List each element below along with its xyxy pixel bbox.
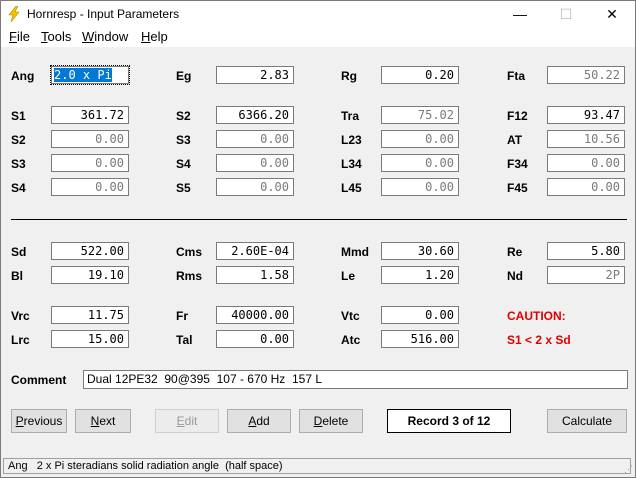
rg-field[interactable]: 0.20	[381, 66, 459, 84]
comment-field[interactable]: Dual 12PE32 90@395 107 - 670 Hz 157 L	[83, 370, 628, 389]
label-f45: F45	[507, 181, 528, 195]
label-fr: Fr	[176, 309, 188, 323]
eg-field[interactable]: 2.83	[216, 66, 294, 84]
lrc-field[interactable]: 15.00	[51, 330, 129, 348]
label-mmd: Mmd	[341, 245, 369, 259]
l34-field[interactable]: 0.00	[381, 154, 459, 172]
cms-field[interactable]: 2.60E-04	[216, 242, 294, 260]
label-atc: Atc	[341, 333, 361, 347]
l45-field[interactable]: 0.00	[381, 178, 459, 196]
calculate-button[interactable]: Calculate	[547, 409, 627, 433]
label-fta: Fta	[507, 69, 525, 83]
vtc-field[interactable]: 0.00	[381, 306, 459, 324]
label-s3: S3	[176, 133, 191, 147]
label-f12: F12	[507, 109, 528, 123]
f45-field[interactable]: 0.00	[547, 178, 625, 196]
label-s4-seg4: S4	[11, 181, 26, 195]
f12-field[interactable]: 93.47	[547, 106, 625, 124]
edit-button: Edit	[155, 409, 219, 433]
l23-field[interactable]: 0.00	[381, 130, 459, 148]
menu-help[interactable]: Help	[141, 29, 168, 44]
maximize-button[interactable]: ☐	[543, 1, 589, 27]
ang-field[interactable]: 2.0 x Pi	[50, 65, 130, 85]
label-ang: Ang	[11, 69, 35, 83]
s4-seg4-field[interactable]: 0.00	[51, 178, 129, 196]
menu-window[interactable]: Window	[82, 29, 128, 44]
label-rms: Rms	[176, 269, 203, 283]
input-parameters-panel: Ang 2.0 x Pi Eg 2.83 Rg 0.20 Fta 50.22 S…	[1, 47, 635, 457]
s1-field[interactable]: 361.72	[51, 106, 129, 124]
status-text: Ang 2 x Pi steradians solid radiation an…	[3, 458, 631, 474]
window-title: Hornresp - Input Parameters	[27, 7, 180, 21]
label-s2-seg2: S2	[11, 133, 26, 147]
label-s3-seg3: S3	[11, 157, 26, 171]
label-cms: Cms	[176, 245, 203, 259]
label-s1: S1	[11, 109, 26, 123]
tra-field: 75.02	[381, 106, 459, 124]
label-vtc: Vtc	[341, 309, 360, 323]
label-at: AT	[507, 133, 523, 147]
label-l34: L34	[341, 157, 362, 171]
caution-message: S1 < 2 x Sd	[507, 333, 571, 347]
label-l45: L45	[341, 181, 362, 195]
label-tra: Tra	[341, 109, 360, 123]
menu-tools[interactable]: Tools	[41, 29, 71, 44]
f34-field[interactable]: 0.00	[547, 154, 625, 172]
s3-seg3-field[interactable]: 0.00	[51, 154, 129, 172]
minimize-button[interactable]: —	[497, 1, 543, 27]
s2-field[interactable]: 6366.20	[216, 106, 294, 124]
bl-field[interactable]: 19.10	[51, 266, 129, 284]
resize-grip-icon[interactable]: ⋰	[624, 464, 633, 475]
minimize-icon: —	[513, 6, 527, 22]
sd-field[interactable]: 522.00	[51, 242, 129, 260]
fta-field: 50.22	[547, 66, 625, 84]
close-button[interactable]: ✕	[589, 1, 635, 27]
lightning-bolt-icon	[7, 5, 21, 25]
re-field[interactable]: 5.80	[547, 242, 625, 260]
previous-button[interactable]: Previous	[11, 409, 67, 433]
label-tal: Tal	[176, 333, 193, 347]
s2-seg2-field[interactable]: 0.00	[51, 130, 129, 148]
vrc-field[interactable]: 11.75	[51, 306, 129, 324]
le-field[interactable]: 1.20	[381, 266, 459, 284]
s5-field[interactable]: 0.00	[216, 178, 294, 196]
label-vrc: Vrc	[11, 309, 30, 323]
label-le: Le	[341, 269, 356, 283]
title-bar[interactable]: Hornresp - Input Parameters — ☐ ✕	[1, 1, 635, 27]
s3-field[interactable]: 0.00	[216, 130, 294, 148]
label-comment: Comment	[11, 373, 67, 387]
delete-button[interactable]: Delete	[299, 409, 363, 433]
status-bar: Ang 2 x Pi steradians solid radiation an…	[1, 457, 635, 477]
menu-file[interactable]: File	[9, 29, 30, 44]
label-bl: Bl	[11, 269, 23, 283]
label-s5: S5	[176, 181, 191, 195]
label-re: Re	[507, 245, 523, 259]
label-s4: S4	[176, 157, 191, 171]
label-rg: Rg	[341, 69, 357, 83]
atc-field[interactable]: 516.00	[381, 330, 459, 348]
close-icon: ✕	[606, 6, 618, 22]
label-f34: F34	[507, 157, 528, 171]
section-divider	[11, 219, 627, 220]
label-nd: Nd	[507, 269, 523, 283]
main-window: Hornresp - Input Parameters — ☐ ✕ File T…	[0, 0, 636, 478]
maximize-icon: ☐	[559, 6, 573, 22]
at-field: 10.56	[547, 130, 625, 148]
label-lrc: Lrc	[11, 333, 30, 347]
rms-field[interactable]: 1.58	[216, 266, 294, 284]
label-sd: Sd	[11, 245, 27, 259]
next-button[interactable]: Next	[75, 409, 131, 433]
label-eg: Eg	[176, 69, 192, 83]
fr-field[interactable]: 40000.00	[216, 306, 294, 324]
record-indicator: Record 3 of 12	[387, 409, 511, 433]
mmd-field[interactable]: 30.60	[381, 242, 459, 260]
s4-field[interactable]: 0.00	[216, 154, 294, 172]
menu-bar: File Tools Window Help	[1, 27, 635, 47]
add-button[interactable]: Add	[227, 409, 291, 433]
nd-field[interactable]: 2P	[547, 266, 625, 284]
label-s2: S2	[176, 109, 191, 123]
label-l23: L23	[341, 133, 362, 147]
caution-title: CAUTION:	[507, 309, 566, 323]
tal-field[interactable]: 0.00	[216, 330, 294, 348]
